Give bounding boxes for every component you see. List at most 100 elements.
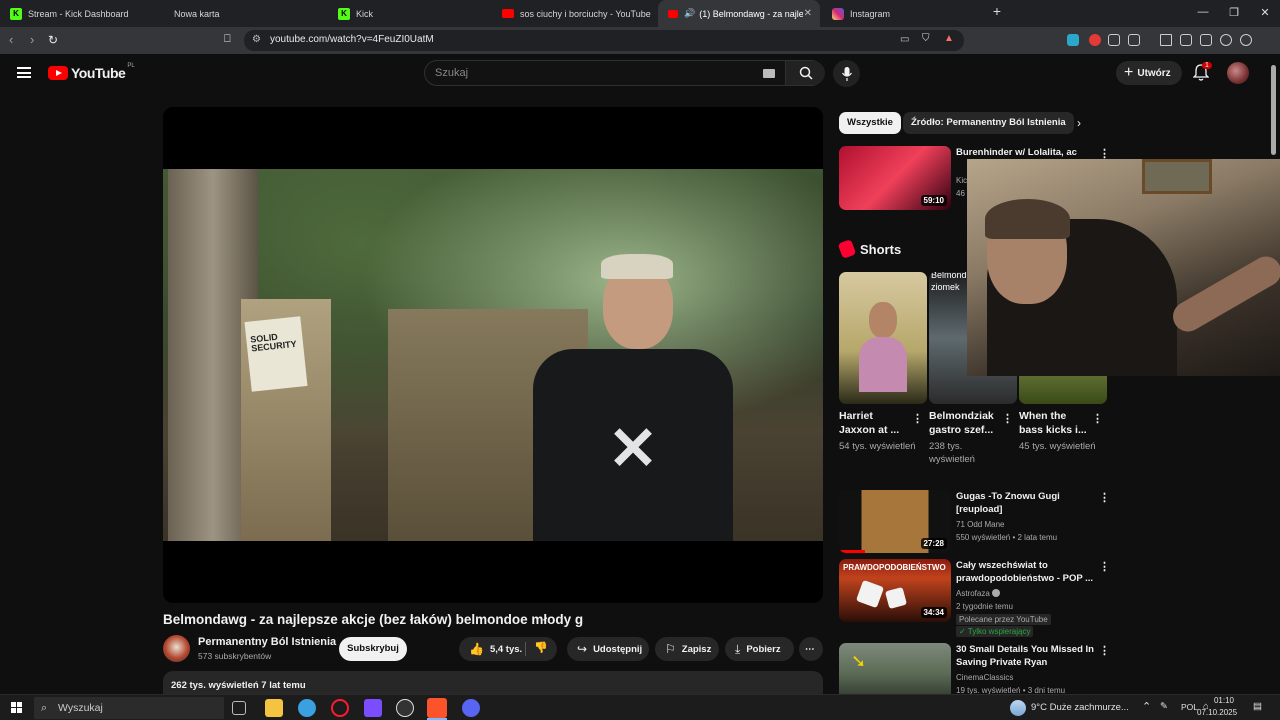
thumbnail[interactable]: PRAWDOPODOBIEŃSTWO 34:34	[839, 559, 951, 622]
more-vert-icon[interactable]: ⋮	[1002, 412, 1013, 425]
video-title[interactable]: 30 Small Details You Missed In Saving Pr…	[956, 643, 1101, 669]
channel-name[interactable]: 71 Odd Mane	[956, 520, 1004, 529]
chip-source[interactable]: Źródło: Permanentny Ból Istnienia	[903, 112, 1074, 134]
file-explorer-icon[interactable]	[265, 699, 283, 717]
tab-kick-dashboard[interactable]: K Stream - Kick Dashboard	[0, 0, 160, 27]
bookmark-icon[interactable]: ⎕	[224, 33, 231, 46]
sidebar-toggle-icon[interactable]	[1180, 34, 1192, 46]
scrollbar-thumb[interactable]	[1271, 65, 1276, 155]
vpn-icon[interactable]	[1240, 34, 1252, 46]
hamburger-menu-icon[interactable]	[17, 67, 31, 78]
opera-extension-icon[interactable]	[1089, 34, 1101, 46]
more-vert-icon[interactable]: ⋮	[1099, 644, 1110, 657]
page-scrollbar[interactable]	[1271, 60, 1276, 690]
speaker-icon: 🔊	[684, 8, 696, 18]
chip-all[interactable]: Wszystkie	[839, 112, 901, 134]
site-info-icon[interactable]: ⚙	[252, 34, 261, 45]
tab-instagram[interactable]: Instagram	[822, 0, 982, 27]
tab-new-tab[interactable]: Nowa karta	[164, 0, 324, 27]
thumbs-down-icon[interactable]: 👎	[534, 641, 548, 654]
video-frame[interactable]: SOLID SECURITY ✕	[163, 169, 823, 541]
video-player[interactable]: SOLID SECURITY ✕	[163, 107, 823, 603]
short-title[interactable]: Harriet Jaxxon at ...	[839, 409, 909, 437]
reload-icon[interactable]: ↻	[48, 33, 58, 47]
thumbnail[interactable]: ➘	[839, 643, 951, 694]
search-box[interactable]: Szukaj	[424, 60, 825, 86]
short-thumbnail[interactable]	[839, 272, 927, 404]
create-button[interactable]: + Utwórz	[1116, 61, 1182, 85]
music-icon[interactable]	[1160, 34, 1172, 46]
thumbnail[interactable]: 59:10	[839, 146, 951, 210]
task-view-icon[interactable]	[232, 701, 246, 715]
close-icon[interactable]: ✕	[804, 8, 812, 19]
create-label: Utwórz	[1137, 67, 1171, 79]
voice-search-button[interactable]	[833, 60, 860, 87]
rewards-icon[interactable]: ▲	[944, 33, 954, 44]
security-sign: SOLID SECURITY	[244, 316, 308, 392]
minimize-icon[interactable]: —	[1193, 6, 1213, 18]
input-language[interactable]: POL	[1181, 702, 1198, 712]
extensions-icon[interactable]	[1108, 34, 1120, 46]
search-button[interactable]	[785, 61, 825, 85]
back-icon[interactable]: ‹	[9, 32, 13, 47]
video-title: Belmondawg - za najlepsze akcje (bez łak…	[163, 612, 584, 627]
discord-icon[interactable]	[462, 699, 480, 717]
more-actions-button[interactable]: ⋯	[799, 637, 823, 661]
watch-progress-bar	[839, 550, 865, 553]
pen-icon[interactable]: ✎	[1160, 701, 1168, 712]
channel-avatar[interactable]	[163, 635, 190, 662]
more-vert-icon[interactable]: ⋮	[1099, 560, 1110, 573]
windows-start-icon[interactable]	[11, 702, 22, 713]
address-bar[interactable]: ⚙ youtube.com/watch?v=4FeuZI0UatM ▭ ⛉ ▲	[244, 30, 964, 51]
chips-next-arrow-icon[interactable]: ›	[1069, 112, 1089, 134]
thumbnail[interactable]: 27:28	[839, 490, 951, 553]
more-vert-icon[interactable]: ⋮	[912, 412, 923, 425]
taskbar-search[interactable]: ⌕ Wyszukaj	[34, 697, 224, 719]
app-icon[interactable]	[396, 699, 414, 717]
short-title[interactable]: Belmondziak gastro szef...	[929, 409, 999, 437]
channel-name[interactable]: CinemaClassics	[956, 673, 1013, 682]
chevron-up-icon[interactable]: ⌃	[1142, 700, 1151, 713]
share-button[interactable]: ↪ Udostępnij	[567, 637, 649, 661]
screenshot-icon[interactable]	[1128, 34, 1140, 46]
download-button[interactable]: ⤓ Pobierz	[725, 637, 794, 661]
close-window-icon[interactable]: ✕	[1255, 6, 1275, 19]
youtube-icon	[502, 9, 514, 18]
more-vert-icon[interactable]: ⋮	[1092, 412, 1103, 425]
brave-browser-icon[interactable]	[427, 698, 447, 718]
cast-icon[interactable]: ▭	[900, 34, 909, 45]
tab-youtube-sos[interactable]: sos ciuchy i borciuchy - YouTube	[492, 0, 654, 27]
keyboard-icon[interactable]	[763, 69, 775, 78]
subscribe-button[interactable]: Subskrybuj	[339, 637, 407, 661]
shield-icon[interactable]: ⛉	[922, 33, 930, 44]
short-title[interactable]: When the bass kicks i...	[1019, 409, 1089, 437]
notification-center-icon[interactable]: ▤	[1253, 701, 1262, 712]
forward-icon[interactable]: ›	[30, 32, 34, 47]
account-avatar[interactable]	[1227, 62, 1249, 84]
clock-date[interactable]: 07.10.2025	[1197, 708, 1237, 717]
tab-kick[interactable]: K Kick	[328, 0, 488, 27]
weather-icon[interactable]	[1010, 700, 1026, 716]
video-title[interactable]: Gugas -To Znowu Gugi [reupload]	[956, 490, 1096, 516]
leo-ai-icon[interactable]	[1220, 34, 1232, 46]
wallet-icon[interactable]	[1200, 34, 1212, 46]
app-icon[interactable]	[364, 699, 382, 717]
translate-extension-icon[interactable]	[1067, 34, 1079, 46]
save-button[interactable]: ⚐ Zapisz	[655, 637, 719, 661]
restore-icon[interactable]: ❐	[1224, 6, 1244, 19]
channel-name[interactable]: Kic	[956, 176, 967, 185]
clock-time[interactable]: 01:10	[1212, 696, 1234, 705]
channel-name[interactable]: Astrofaza	[956, 589, 1001, 598]
duration: 34:34	[920, 607, 947, 618]
weather-text[interactable]: 9°C Duże zachmurze...	[1031, 702, 1129, 713]
youtube-logo[interactable]: YouTube PL	[48, 63, 135, 81]
app-icon[interactable]	[298, 699, 316, 717]
video-title[interactable]: Cały wszechświat to prawdopodobieństwo -…	[956, 559, 1096, 585]
more-vert-icon[interactable]: ⋮	[1099, 491, 1110, 504]
new-tab-plus-icon[interactable]: +	[987, 3, 1007, 19]
opera-icon[interactable]	[331, 699, 349, 717]
microphone-icon	[842, 67, 852, 81]
channel-name[interactable]: Permanentny Ból Istnienia	[198, 636, 336, 648]
search-input[interactable]: Szukaj	[435, 67, 468, 79]
tab-youtube-belmondawg[interactable]: 🔊 (1) Belmondawg - za najlepsze ✕	[658, 0, 820, 27]
